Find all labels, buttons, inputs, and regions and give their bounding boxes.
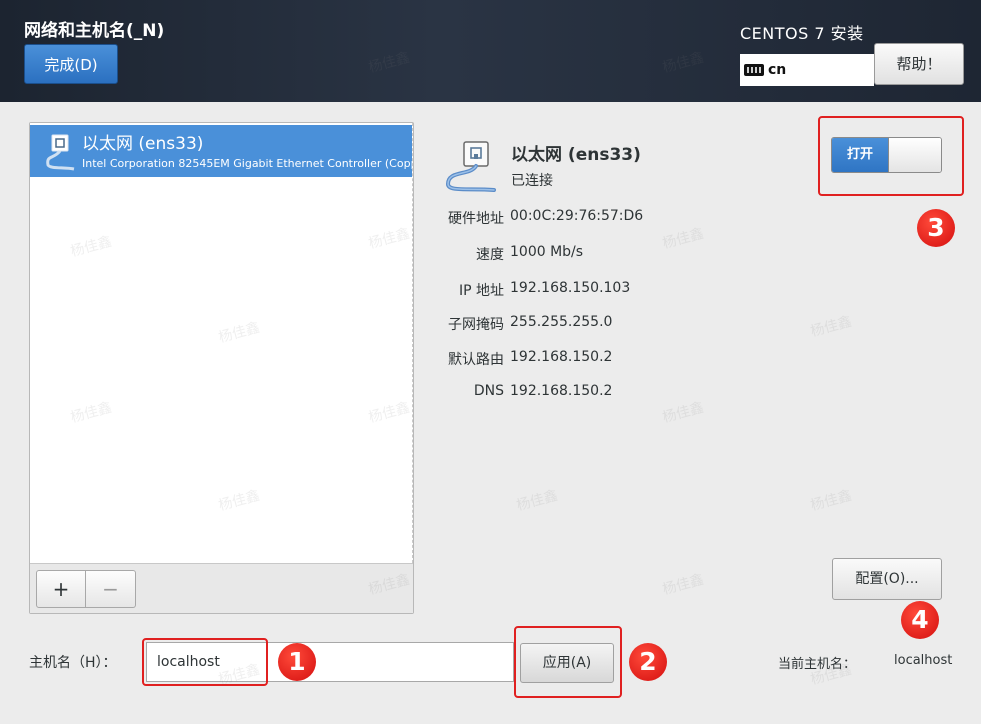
hostname-label: 主机名（H）： xyxy=(29,655,117,671)
annotation-box-hostname xyxy=(142,638,268,686)
watermark: 杨佳鑫 xyxy=(514,487,560,515)
header-bar: 网络和主机名(_N) 完成(D) CENTOS 7 安装 cn 帮助！ xyxy=(0,0,981,102)
watermark: 杨佳鑫 xyxy=(808,487,854,515)
configure-button[interactable]: 配置(O)... xyxy=(832,558,942,600)
annotation-box-toggle xyxy=(818,116,964,196)
ethernet-icon xyxy=(44,133,80,175)
remove-device-button[interactable]: − xyxy=(86,570,136,608)
info-value-default-route: 192.168.150.2 xyxy=(510,349,613,365)
info-label-subnet-mask: 子网掩码 xyxy=(448,317,504,333)
current-hostname-label: 当前主机名： xyxy=(778,657,857,672)
annotation-box-apply xyxy=(514,626,622,698)
watermark: 杨佳鑫 xyxy=(660,225,706,253)
info-label-speed: 速度 xyxy=(476,247,504,263)
device-description: Intel Corporation 82545EM Gigabit Ethern… xyxy=(82,157,413,170)
connection-name: 以太网 (ens33) xyxy=(511,145,641,165)
info-value-speed: 1000 Mb/s xyxy=(510,244,584,260)
info-value-subnet-mask: 255.255.255.0 xyxy=(510,314,613,330)
device-name: 以太网 (ens33) xyxy=(82,134,204,154)
annotation-badge-2: 2 xyxy=(629,643,667,681)
annotation-badge-1: 1 xyxy=(278,643,316,681)
connection-status: 已连接 xyxy=(511,173,553,189)
page-title: 网络和主机名(_N) xyxy=(24,21,165,41)
current-hostname-value: localhost xyxy=(894,653,953,668)
help-button[interactable]: 帮助！ xyxy=(874,43,964,85)
device-list-panel: 以太网 (ens33) Intel Corporation 82545EM Gi… xyxy=(29,122,414,614)
keyboard-layout-label: cn xyxy=(768,62,787,78)
info-label-dns: DNS xyxy=(473,383,504,399)
info-value-ip-address: 192.168.150.103 xyxy=(510,280,631,296)
annotation-badge-4: 4 xyxy=(901,601,939,639)
device-toolbar: + − xyxy=(30,563,413,613)
keyboard-layout-indicator[interactable]: cn xyxy=(740,54,874,86)
annotation-badge-3: 3 xyxy=(917,209,955,247)
ethernet-icon xyxy=(442,136,504,202)
install-title: CENTOS 7 安装 xyxy=(740,24,864,43)
info-label-default-route: 默认路由 xyxy=(448,352,504,368)
keyboard-icon xyxy=(744,64,764,76)
info-label-ip-address: IP 地址 xyxy=(458,283,504,299)
add-device-button[interactable]: + xyxy=(36,570,86,608)
watermark: 杨佳鑫 xyxy=(660,571,706,599)
watermark: 杨佳鑫 xyxy=(808,313,854,341)
device-list: 以太网 (ens33) Intel Corporation 82545EM Gi… xyxy=(30,123,413,563)
done-button[interactable]: 完成(D) xyxy=(24,44,118,84)
list-item[interactable]: 以太网 (ens33) Intel Corporation 82545EM Gi… xyxy=(30,125,413,177)
info-label-hardware-address: 硬件地址 xyxy=(448,211,504,227)
watermark: 杨佳鑫 xyxy=(660,399,706,427)
info-value-dns: 192.168.150.2 xyxy=(510,383,613,399)
info-value-hardware-address: 00:0C:29:76:57:D6 xyxy=(510,208,644,224)
